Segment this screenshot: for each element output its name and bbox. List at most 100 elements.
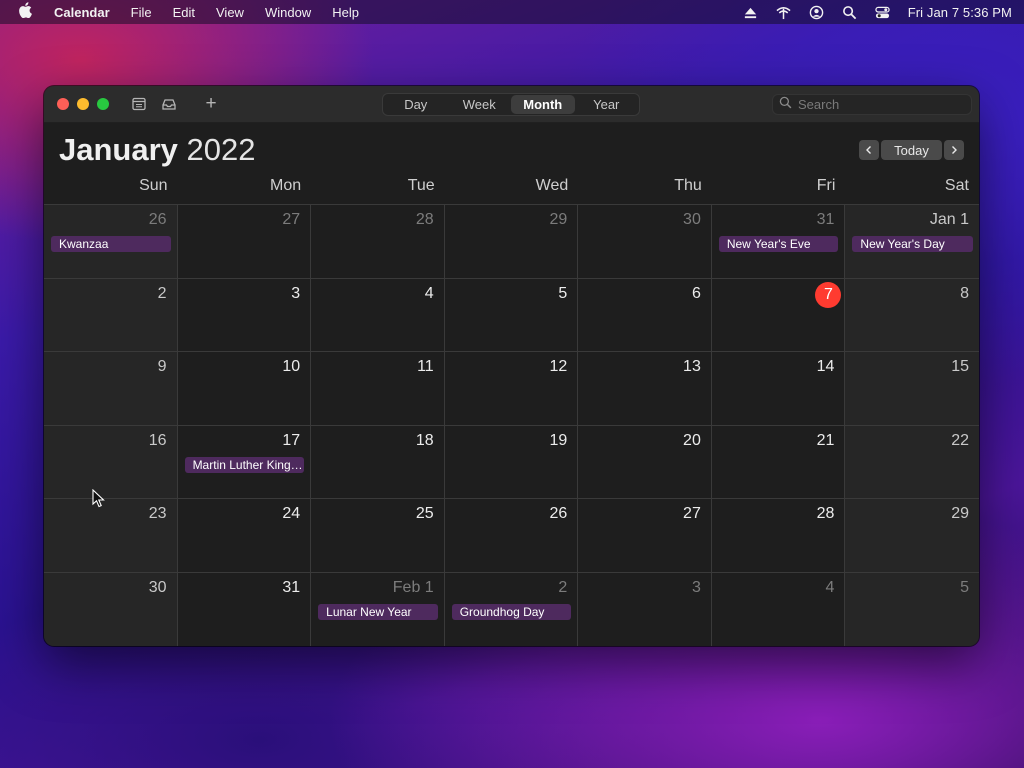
apple-icon[interactable] xyxy=(18,2,36,22)
day-cell[interactable]: 2 xyxy=(44,278,178,352)
control-center-icon[interactable] xyxy=(875,4,891,20)
day-cell[interactable]: 13 xyxy=(578,352,712,426)
day-number: 13 xyxy=(683,358,701,375)
calendar-event[interactable]: New Year's Eve xyxy=(718,236,839,252)
menu-bar-clock[interactable]: Fri Jan 7 5:36 PM xyxy=(908,5,1012,20)
day-cell[interactable]: 26 Kwanzaa xyxy=(44,205,178,279)
calendar-event[interactable]: New Year's Day xyxy=(852,236,973,252)
day-cell[interactable]: 31 New Year's Eve xyxy=(711,205,846,279)
day-cell[interactable]: 25 xyxy=(311,499,445,573)
day-number: 23 xyxy=(148,505,167,522)
day-number: 3 xyxy=(291,284,301,302)
tab-day[interactable]: Day xyxy=(384,95,448,114)
day-cell[interactable]: 4 xyxy=(311,278,445,352)
tab-year[interactable]: Year xyxy=(575,95,639,114)
day-cell[interactable]: 31 xyxy=(177,572,312,646)
day-number: 28 xyxy=(816,505,835,522)
today-button[interactable]: Today xyxy=(881,140,942,160)
add-event-icon[interactable]: + xyxy=(203,94,219,113)
day-cell[interactable]: 17 Martin Luther King Jr. Day xyxy=(177,425,312,499)
day-cell[interactable]: 6 xyxy=(578,278,712,352)
day-cell[interactable]: 4 xyxy=(711,572,846,646)
day-cell-today[interactable]: 7 xyxy=(711,278,846,352)
day-number: 31 xyxy=(282,578,301,596)
spotlight-search-icon[interactable] xyxy=(842,4,858,20)
day-cell[interactable]: 23 xyxy=(44,499,178,573)
day-cell[interactable]: 30 xyxy=(578,205,712,279)
previous-month-button[interactable] xyxy=(859,140,879,160)
month-grid: 26 Kwanzaa 27 28 29 30 31 New Year's Eve Jan 1 Ne… xyxy=(44,204,979,646)
day-cell[interactable]: 3 xyxy=(177,278,312,352)
day-number: 17 xyxy=(282,431,301,449)
day-number: 27 xyxy=(282,211,301,228)
day-cell[interactable]: 8 xyxy=(845,278,979,352)
day-cell[interactable]: 30 xyxy=(44,572,178,646)
day-cell[interactable]: Feb 1 Lunar New Year xyxy=(311,572,445,646)
menu-help[interactable]: Help xyxy=(332,5,359,20)
day-cell[interactable]: 24 xyxy=(177,499,312,573)
day-cell[interactable]: 27 xyxy=(578,499,712,573)
day-number: 4 xyxy=(825,578,835,596)
day-cell[interactable]: 28 xyxy=(311,205,445,279)
wifi-icon[interactable] xyxy=(776,4,792,20)
day-number: 18 xyxy=(415,431,434,449)
day-cell[interactable]: 15 xyxy=(845,352,979,426)
day-number: 24 xyxy=(282,505,301,522)
day-cell[interactable]: 3 xyxy=(578,572,712,646)
day-cell[interactable]: 26 xyxy=(444,499,579,573)
menu-app-calendar[interactable]: Calendar xyxy=(54,5,110,20)
day-cell[interactable]: 10 xyxy=(177,352,312,426)
day-number: 29 xyxy=(549,211,568,228)
tab-week[interactable]: Week xyxy=(448,95,512,114)
menu-edit[interactable]: Edit xyxy=(173,5,195,20)
search-field[interactable] xyxy=(772,94,972,115)
menu-window[interactable]: Window xyxy=(265,5,311,20)
day-cell[interactable]: 21 xyxy=(711,425,846,499)
day-cell[interactable]: 11 xyxy=(311,352,445,426)
day-cell[interactable]: 20 xyxy=(578,425,712,499)
day-cell[interactable]: 5 xyxy=(444,278,579,352)
day-cell[interactable]: 18 xyxy=(311,425,445,499)
calendar-event[interactable]: Martin Luther King Jr. Day xyxy=(184,456,305,473)
chevron-right-icon xyxy=(952,146,957,154)
next-month-button[interactable] xyxy=(944,140,964,160)
calendar-event[interactable]: Kwanzaa xyxy=(51,236,171,252)
day-number: 10 xyxy=(282,358,301,375)
search-icon xyxy=(779,96,792,114)
day-cell[interactable]: Jan 1 New Year's Day xyxy=(845,205,979,279)
day-cell[interactable]: 12 xyxy=(444,352,579,426)
minimize-window-button[interactable] xyxy=(77,98,89,110)
day-number: 27 xyxy=(683,505,701,522)
day-cell[interactable]: 9 xyxy=(44,352,178,426)
day-cell[interactable]: 29 xyxy=(444,205,579,279)
zoom-window-button[interactable] xyxy=(97,98,109,110)
day-cell[interactable]: 22 xyxy=(845,425,979,499)
day-cell[interactable]: 19 xyxy=(444,425,579,499)
day-cell[interactable]: 5 xyxy=(845,572,979,646)
day-number: 6 xyxy=(691,284,701,302)
calendar-event[interactable]: Lunar New Year xyxy=(318,603,438,620)
search-input[interactable] xyxy=(798,97,958,112)
day-number: 2 xyxy=(558,578,568,596)
menu-view[interactable]: View xyxy=(216,5,244,20)
day-number: 9 xyxy=(157,358,167,375)
menu-file[interactable]: File xyxy=(131,5,152,20)
tab-month[interactable]: Month xyxy=(511,95,575,114)
user-account-icon[interactable] xyxy=(809,4,825,20)
day-cell[interactable]: 16 xyxy=(44,425,178,499)
calendar-list-icon[interactable] xyxy=(131,96,147,112)
inbox-icon[interactable] xyxy=(161,96,177,112)
day-number: 2 xyxy=(157,284,167,302)
day-number: 22 xyxy=(951,431,969,449)
day-number: 26 xyxy=(148,211,167,228)
day-cell[interactable]: 2 Groundhog Day xyxy=(444,572,579,646)
day-cell[interactable]: 29 xyxy=(845,499,979,573)
close-window-button[interactable] xyxy=(57,98,69,110)
day-number: 25 xyxy=(415,505,434,522)
day-cell[interactable]: 28 xyxy=(711,499,846,573)
weekday-mon: Mon xyxy=(270,177,302,194)
day-cell[interactable]: 14 xyxy=(711,352,846,426)
eject-icon[interactable] xyxy=(743,4,759,20)
calendar-event[interactable]: Groundhog Day xyxy=(451,603,572,620)
day-cell[interactable]: 27 xyxy=(177,205,312,279)
